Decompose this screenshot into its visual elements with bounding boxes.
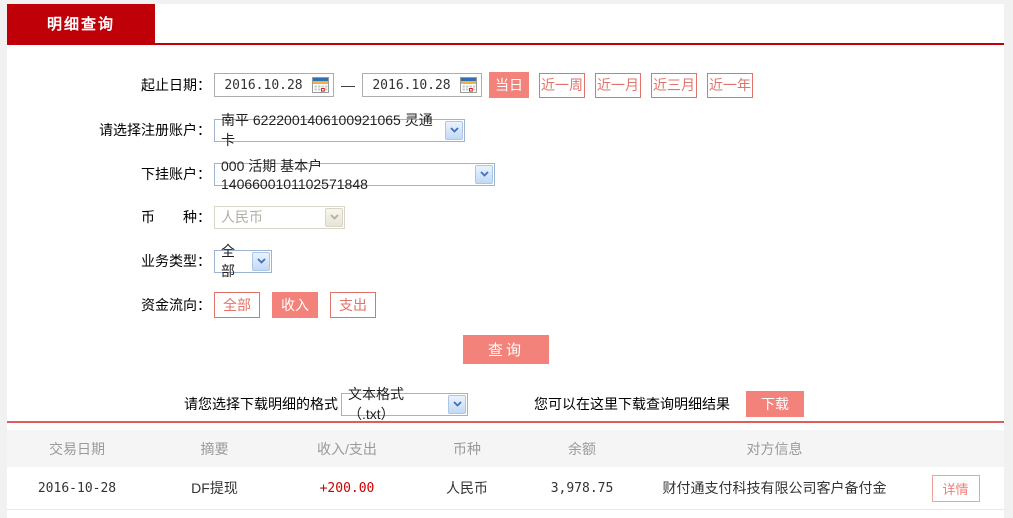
column-header-counterparty: 对方信息 bbox=[746, 440, 803, 457]
register-account-row: 请选择注册账户： 南平 6222001406100921065 灵通卡 bbox=[7, 112, 1004, 148]
calendar-icon[interactable] bbox=[312, 76, 331, 94]
chevron-down-icon[interactable] bbox=[475, 164, 493, 184]
date-range-separator: — bbox=[341, 77, 355, 93]
column-header-currency: 币种 bbox=[453, 440, 481, 457]
calendar-icon[interactable] bbox=[460, 76, 479, 94]
download-hint-label: 您可以在这里下载查询明细结果 bbox=[534, 396, 730, 412]
column-header-summary: 摘要 bbox=[200, 440, 229, 457]
register-account-label: 请选择注册账户： bbox=[99, 122, 211, 138]
register-account-select[interactable]: 南平 6222001406100921065 灵通卡 bbox=[214, 112, 465, 148]
fund-flow-row: 资金流向： 全部 收入 支出 bbox=[7, 292, 1004, 318]
cell-summary: DF提现 bbox=[191, 480, 238, 496]
fund-flow-all-button[interactable]: 全部 bbox=[214, 292, 260, 318]
quick-range-quarter-button[interactable]: 近三月 bbox=[651, 72, 697, 98]
cell-balance: 3,978.75 bbox=[550, 480, 614, 496]
business-type-select[interactable]: 全部 bbox=[214, 243, 272, 279]
sub-account-row: 下挂账户： 000 活期 基本户 1406600101102571848 bbox=[7, 158, 1004, 192]
business-type-row: 业务类型： 全部 bbox=[7, 243, 1004, 279]
tab-detail-query[interactable]: 明细查询 bbox=[7, 4, 155, 43]
currency-row: 币 种： 人民币 bbox=[7, 204, 1004, 230]
column-header-amount: 收入/支出 bbox=[317, 440, 377, 457]
date-range-row: 起止日期： 2016.10.28 — 2016.10.28 当日 近一周 近一月… bbox=[7, 72, 1004, 98]
business-type-value: 全部 bbox=[221, 243, 235, 279]
sub-account-label: 下挂账户： bbox=[141, 166, 211, 182]
end-date-value[interactable]: 2016.10.28 bbox=[363, 78, 460, 93]
currency-value: 人民币 bbox=[221, 209, 263, 225]
date-range-label: 起止日期： bbox=[141, 77, 211, 93]
table-row: 2016-10-28 DF提现 +200.00 人民币 3,978.75 财付通… bbox=[7, 467, 1004, 510]
quick-range-month-button[interactable]: 近一月 bbox=[595, 72, 641, 98]
chevron-down-icon[interactable] bbox=[448, 394, 466, 414]
chevron-down-icon[interactable] bbox=[445, 120, 463, 140]
fund-flow-label: 资金流向： bbox=[141, 297, 211, 313]
cell-amount: +200.00 bbox=[319, 480, 375, 496]
download-row: 请您选择下载明细的格式 文本格式（.txt） 您可以在这里下载查询明细结果 下载 bbox=[7, 386, 1004, 422]
fund-flow-income-button[interactable]: 收入 bbox=[272, 292, 318, 318]
sub-account-value: 000 活期 基本户 1406600101102571848 bbox=[221, 158, 368, 192]
cell-action: 详情 bbox=[907, 474, 1004, 502]
query-button[interactable]: 查询 bbox=[463, 335, 549, 364]
business-type-label: 业务类型： bbox=[141, 253, 211, 269]
start-date-value[interactable]: 2016.10.28 bbox=[215, 78, 312, 93]
content-panel: 明细查询 起止日期： 2016.10.28 — 2016.10.28 当日 近一… bbox=[7, 4, 1004, 518]
download-format-value: 文本格式（.txt） bbox=[348, 386, 404, 422]
currency-label: 币 种： bbox=[141, 209, 211, 225]
currency-select: 人民币 bbox=[214, 205, 345, 229]
cell-counterparty: 财付通支付科技有限公司客户备付金 bbox=[662, 480, 887, 496]
start-date-field[interactable]: 2016.10.28 bbox=[214, 73, 334, 97]
column-header-date: 交易日期 bbox=[49, 440, 105, 457]
detail-button[interactable]: 详情 bbox=[931, 474, 980, 502]
tab-underline bbox=[7, 43, 1004, 45]
table-header-row: 交易日期 摘要 收入/支出 币种 余额 对方信息 bbox=[7, 430, 1004, 467]
fund-flow-expense-button[interactable]: 支出 bbox=[330, 292, 376, 318]
cell-transaction-date: 2016-10-28 bbox=[37, 480, 117, 496]
chevron-down-icon[interactable] bbox=[252, 251, 270, 271]
detail-query-page: { "tab": { "label": "明细查询" }, "form": { … bbox=[0, 0, 1013, 518]
chevron-down-icon bbox=[325, 207, 343, 227]
download-format-label: 请您选择下载明细的格式 bbox=[184, 396, 338, 412]
download-format-select[interactable]: 文本格式（.txt） bbox=[341, 386, 468, 422]
cell-currency: 人民币 bbox=[446, 480, 488, 496]
register-account-value: 南平 6222001406100921065 灵通卡 bbox=[221, 112, 433, 148]
end-date-field[interactable]: 2016.10.28 bbox=[362, 73, 482, 97]
download-button[interactable]: 下载 bbox=[746, 391, 804, 417]
sub-account-select[interactable]: 000 活期 基本户 1406600101102571848 bbox=[214, 158, 495, 192]
quick-range-week-button[interactable]: 近一周 bbox=[539, 72, 585, 98]
table-top-separator bbox=[7, 421, 1004, 423]
quick-range-year-button[interactable]: 近一年 bbox=[707, 72, 753, 98]
quick-range-today-button[interactable]: 当日 bbox=[489, 72, 529, 98]
column-header-balance: 余额 bbox=[568, 440, 596, 457]
